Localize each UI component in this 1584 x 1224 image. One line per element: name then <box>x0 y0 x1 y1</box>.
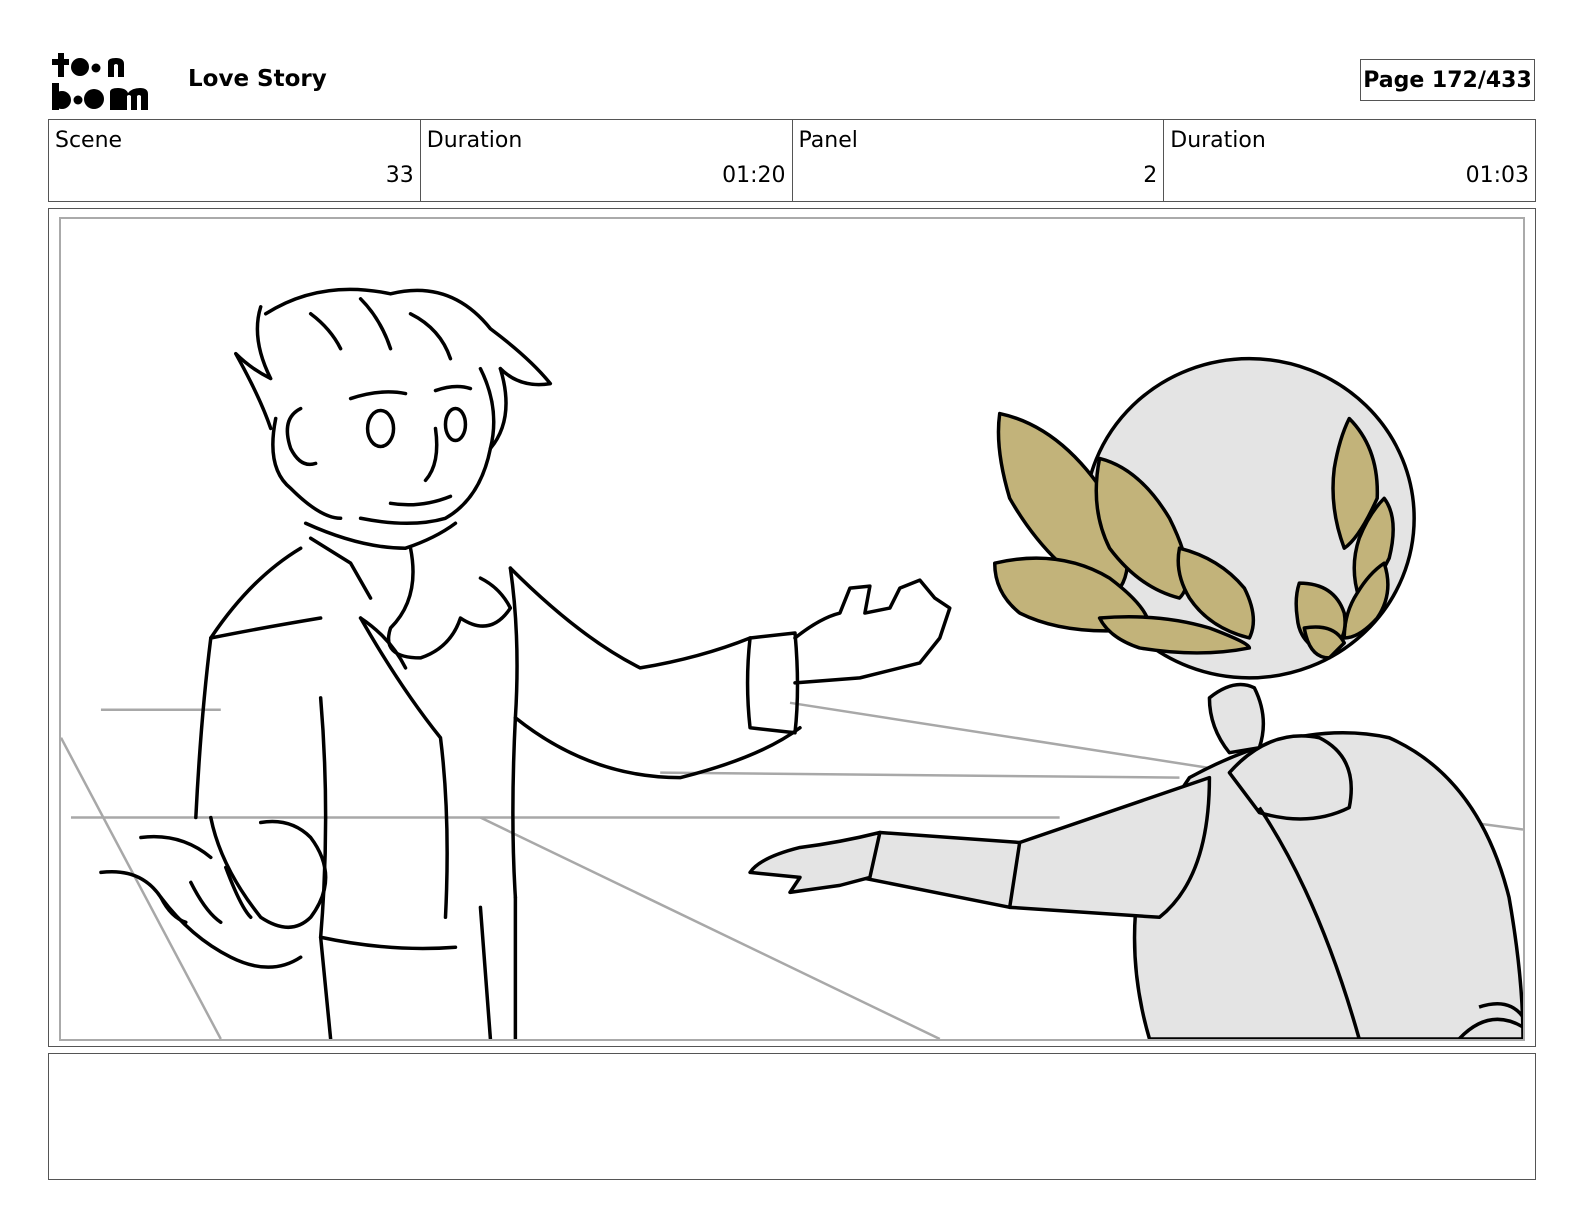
scene-label: Scene <box>55 128 123 153</box>
man-character <box>99 287 952 1039</box>
storyboard-panel <box>59 217 1525 1041</box>
panel-sketch <box>61 287 1523 1039</box>
panel-info-bar: Scene 33 Duration 01:20 Panel 2 Duration… <box>48 119 1536 202</box>
storyboard-panel-frame <box>48 208 1536 1047</box>
page-indicator: Page 172/433 <box>1360 59 1535 101</box>
scene-cell: Scene 33 <box>49 120 420 201</box>
scene-value: 33 <box>385 163 414 188</box>
panel-duration-label: Duration <box>1170 128 1266 153</box>
panel-duration-value: 01:03 <box>1465 163 1529 188</box>
toon-boom-logo <box>52 50 164 112</box>
scene-duration-value: 01:20 <box>722 163 786 188</box>
panel-label: Panel <box>798 128 858 153</box>
scene-duration-label: Duration <box>426 128 523 153</box>
scene-duration-cell: Duration 01:20 <box>419 120 792 201</box>
mannequin-figure <box>748 356 1523 1039</box>
panel-cell: Panel 2 <box>791 120 1164 201</box>
project-title: Love Story <box>188 66 327 92</box>
panel-notes-box <box>48 1053 1536 1180</box>
panel-duration-cell: Duration 01:03 <box>1163 120 1535 201</box>
panel-value: 2 <box>1143 163 1158 188</box>
